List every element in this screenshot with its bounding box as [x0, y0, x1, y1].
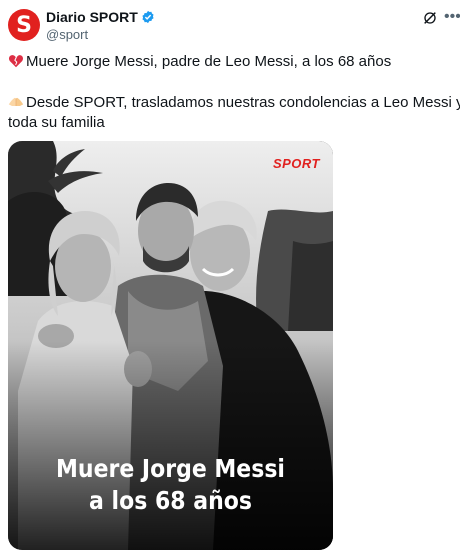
tweet-text-line-1: Muere Jorge Messi, padre de Leo Messi, a… — [8, 53, 391, 70]
more-icon[interactable]: ••• — [444, 8, 460, 26]
author-name-row: Diario SPORT — [46, 9, 155, 25]
headline-line-2: a los 68 años — [89, 486, 252, 515]
tweet-text-3: toda su familia — [8, 114, 105, 131]
post-image[interactable]: SPORT Muere Jorge Messi a los 68 años — [8, 141, 333, 550]
display-name[interactable]: Diario SPORT — [46, 9, 138, 25]
avatar[interactable]: S — [8, 9, 40, 41]
handle[interactable]: @sport — [46, 27, 88, 42]
verified-badge-icon — [142, 10, 154, 24]
folded-hands-icon — [8, 97, 24, 106]
tweet-text-1: Muere Jorge Messi, padre de Leo Messi, a… — [26, 53, 392, 70]
tweet-text-2: Desde SPORT, trasladamos nuestras condol… — [26, 94, 460, 111]
headline-line-1: Muere Jorge Messi — [56, 454, 285, 483]
sport-logo: SPORT — [272, 156, 320, 171]
broken-heart-icon — [9, 55, 23, 68]
tweet-text-line-2: Desde SPORT, trasladamos nuestras condol… — [8, 94, 460, 111]
grok-icon[interactable] — [422, 10, 438, 26]
tweet-text-line-3: toda su familia — [8, 114, 105, 131]
